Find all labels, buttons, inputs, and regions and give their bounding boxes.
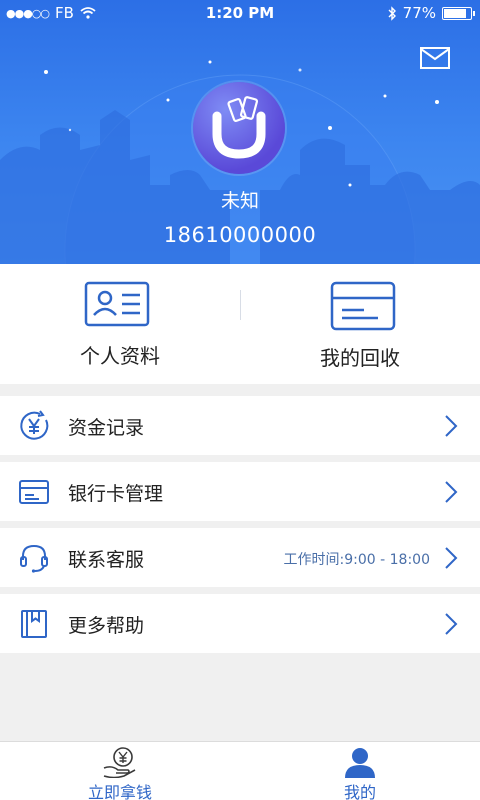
bluetooth-icon [388,5,396,21]
my-recycle-label: 我的回收 [320,346,400,370]
person-icon [345,748,375,778]
avatar[interactable] [193,82,285,174]
personal-info-button[interactable]: 个人资料 [0,264,240,384]
username: 未知 [220,190,259,212]
mail-icon[interactable] [420,47,450,69]
app-logo-icon [212,96,266,159]
chevron-right-icon [445,613,458,635]
tab-label: 我的 [343,783,376,800]
menu-item-label: 联系客服 [68,549,145,571]
money-icon [103,747,136,778]
menu-item-customer-service[interactable]: 联系客服 工作时间:9:00 - 18:00 [0,528,480,587]
menu-item-label: 更多帮助 [68,615,145,637]
battery-icon [442,6,475,20]
chevron-right-icon [445,481,458,503]
my-recycle-button[interactable]: 我的回收 [240,264,480,384]
chevron-right-icon [445,547,458,569]
chevron-right-icon [445,415,458,437]
bank-card-icon [19,480,49,504]
status-bar: ●●●○○ FB 1:20 PM 77% [0,0,480,26]
menu-item-fund-records[interactable]: 资金记录 [0,396,480,455]
phone-number: 18610000000 [163,223,317,247]
battery-percent: 77% [402,4,436,22]
yuan-icon [20,410,49,440]
working-hours: 工作时间:9:00 - 18:00 [283,552,430,568]
menu-item-label: 资金记录 [68,417,145,439]
book-icon [21,610,47,638]
headset-icon [20,544,48,573]
tab-mine[interactable]: 我的 [240,742,480,800]
quick-actions: 个人资料 我的回收 [0,264,480,384]
tab-label: 立即拿钱 [87,783,152,800]
menu-item-label: 银行卡管理 [68,483,164,505]
id-card-icon [84,281,150,327]
menu-item-more-help[interactable]: 更多帮助 [0,594,480,653]
card-icon [330,281,396,331]
personal-info-label: 个人资料 [80,344,160,368]
tab-bar: 立即拿钱 我的 [0,741,480,800]
menu-item-bank-card[interactable]: 银行卡管理 [0,462,480,521]
profile-header: ●●●○○ FB 1:20 PM 77% 未知 18610000000 [0,0,480,264]
tab-get-money[interactable]: 立即拿钱 [0,742,240,800]
